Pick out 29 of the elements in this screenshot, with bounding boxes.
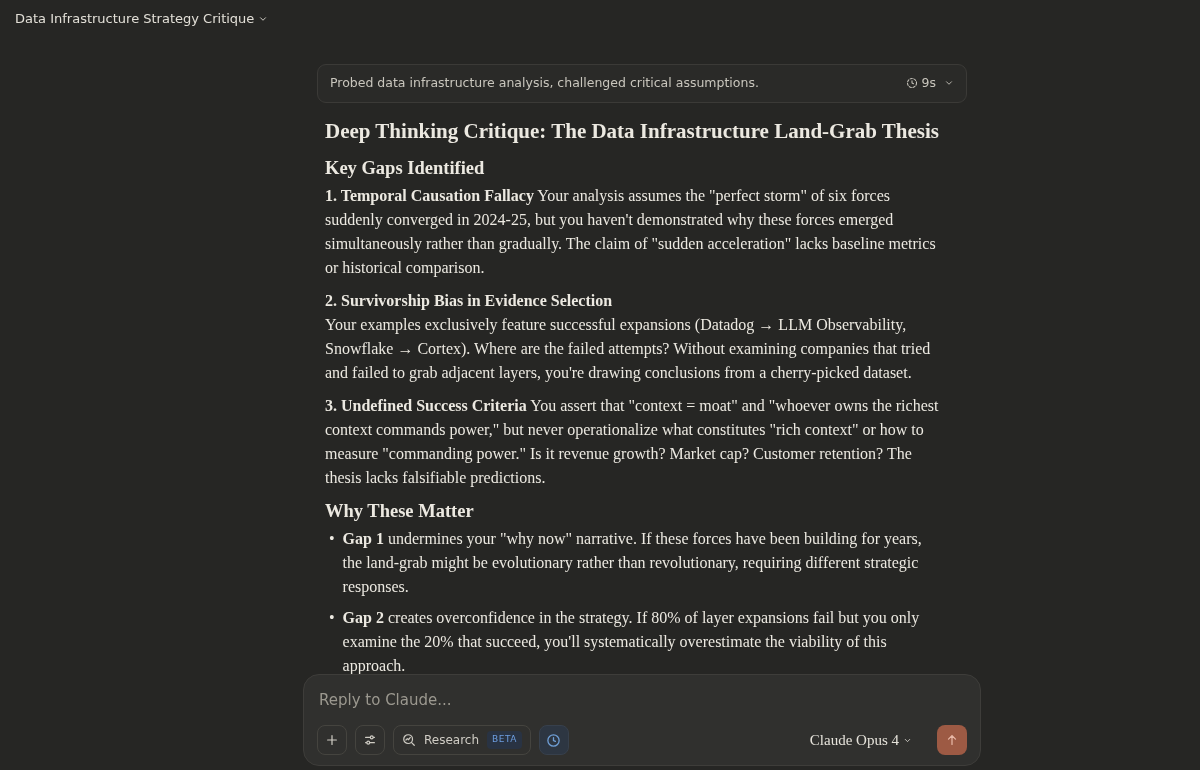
add-button[interactable] [317,725,347,755]
research-icon [402,733,416,747]
beta-badge: BETA [487,731,522,749]
arrow-up-icon [945,733,959,747]
history-toggle[interactable] [538,725,569,755]
model-selector[interactable]: Claude Opus 4 [808,727,913,753]
paragraph: 1. Temporal Causation Fallacy Your analysis assumes the "perfect storm" of six forces suddenly converged in 2024-25, but you haven't demonstrated why these forces emerged simultaneously rather than gradually. The claim of "sudden acceleration" lacks baseline metrics or historical comparison. [325,185,937,279]
send-button[interactable] [937,725,967,755]
research-button[interactable]: Research BETA [393,725,531,755]
bullet-text: Gap 2 creates overconfidence in the strategy. If 80% of layer expansions fail but you only examine the 20% that succeed, you'll systematically overestimate the viability of this approach. [342,607,921,676]
add-icon [325,733,339,747]
bullet-marker: • [329,528,335,549]
paragraph: 2. Survivorship Bias in Evidence Selection Your examples exclusively feature successful expansions (Datadog → LLM Observability, Snowflake → Cortex). Where are the failed attempts? Without examining companies that tried and failed to grab adjacent layers, you're drawing conclusions from a cherry-picked dataset. [325,290,932,384]
conversation-title[interactable]: Data Infrastructure Strategy Critique [15,9,255,29]
sliders-icon [363,733,377,747]
thinking-duration: 9s [921,74,936,92]
tools-button[interactable] [355,725,385,755]
section-heading: Key Gaps Identified [325,156,486,180]
response-title: Deep Thinking Critique: The Data Infrastructure Land-Grab Thesis [325,117,940,144]
chevron-down-icon[interactable] [258,14,269,24]
thinking-summary-box[interactable]: Probed data infrastructure analysis, challenged critical assumptions. 9s [317,64,967,103]
thinking-summary: Probed data infrastructure analysis, challenged critical assumptions. [330,74,760,92]
paragraph: 3. Undefined Success Criteria You assert that "context = moat" and "whoever owns the richest context commands power," but never operationalize what constitutes "rich context" or how to measure "commanding power." Is it revenue growth? Market cap? Customer retention? The thesis lacks falsifiable predictions. [325,395,940,489]
bullet-text: Gap 1 undermines your "why now" narrative. If these forces have been building for years, the land-grab might be evolutionary rather than revolutionary, requiring different strategic responses. [342,528,923,598]
clock-icon [546,732,562,748]
bullet-marker: • [329,607,335,628]
message-composer[interactable]: Reply to Claude... Research BETA Claude Opus 4 [303,674,981,766]
timer-icon [905,77,918,90]
section-heading: Why These Matter [325,499,475,523]
